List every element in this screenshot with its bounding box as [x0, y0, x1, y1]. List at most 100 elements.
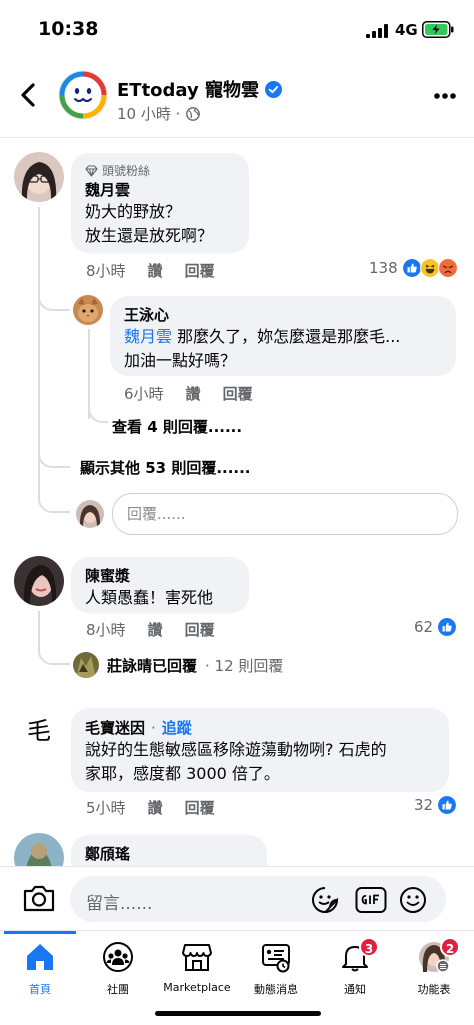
replied-summary[interactable]: 莊詠晴已回覆 · 12 則回覆 [73, 652, 283, 678]
page-title-row[interactable]: ETtoday 寵物雲 [117, 76, 283, 102]
comment-text-line: 家耶，感度都 3000 倍了。 [85, 764, 280, 783]
back-icon[interactable] [18, 82, 40, 108]
comment-author[interactable]: 鄭頎瑤 [85, 844, 253, 864]
feeds-icon [262, 944, 290, 973]
page-title[interactable]: ETtoday 寵物雲 [117, 76, 259, 102]
reply-actions: 6小時 讚 回覆 [124, 383, 253, 404]
tab-label: 首頁 [29, 983, 51, 996]
comment-author[interactable]: 魏月雲 [85, 180, 235, 200]
like-button[interactable]: 讚 [148, 797, 163, 818]
marketplace-icon [182, 944, 212, 971]
tab-label: 社團 [107, 983, 129, 996]
comment-author[interactable]: 陳蜜漿 [85, 566, 235, 586]
reply-author[interactable]: 王泳心 [124, 305, 442, 325]
comment-actions: 8小時 讚 回覆 [86, 260, 215, 281]
reply-avatar[interactable] [73, 295, 103, 325]
comment-header: 毛寶迷因 · 追蹤 [85, 717, 435, 738]
tab-menu[interactable]: 2 功能表 [394, 931, 474, 1001]
more-options-icon[interactable] [433, 92, 457, 100]
sticker-icon[interactable] [310, 885, 340, 915]
emoji-icon[interactable] [398, 885, 428, 915]
tab-label: 通知 [344, 983, 366, 996]
comment-text-line: 奶大的野放？ [85, 202, 182, 221]
reply-text: 那麼久了，妳怎麼還是那麼毛... [172, 327, 401, 346]
thread-connector [38, 452, 70, 468]
comments-list[interactable]: 頭號粉絲 魏月雲 奶大的野放？ 放生還是放死啊？ 8小時 讚 回覆 138 王泳… [0, 139, 474, 866]
comment-input[interactable]: 留言...... [70, 876, 446, 922]
commenter-avatar[interactable] [14, 556, 64, 606]
post-time: 10 小時 · [117, 105, 181, 123]
reply-button[interactable]: 回覆 [185, 619, 215, 640]
camera-icon[interactable] [22, 883, 56, 913]
comment-composer: 留言...... [0, 866, 474, 930]
diamond-icon [85, 165, 98, 177]
menu-badge: 2 [440, 937, 460, 957]
comment-text-line: 人類愚蠢！害死他 [85, 588, 214, 607]
post-meta: 10 小時 · [117, 103, 201, 124]
comment-author[interactable]: 毛寶迷因 [85, 718, 145, 738]
tab-marketplace[interactable]: Marketplace [157, 931, 237, 1001]
reply-button[interactable]: 回覆 [185, 797, 215, 818]
tab-label: 動態消息 [254, 983, 298, 996]
reply-input[interactable]: 回覆...... [112, 493, 458, 535]
tab-groups[interactable]: 社團 [78, 931, 158, 1001]
replied-by[interactable]: 莊詠晴已回覆 [107, 655, 197, 676]
reply-button[interactable]: 回覆 [185, 260, 215, 281]
like-button[interactable]: 讚 [148, 260, 163, 281]
tab-notifications[interactable]: 3 通知 [315, 931, 395, 1001]
network-label: 4G [395, 21, 418, 39]
like-button[interactable]: 讚 [186, 383, 201, 404]
reply-time: 6小時 [124, 385, 164, 403]
commenter-avatar[interactable] [14, 152, 64, 202]
like-button[interactable]: 讚 [148, 619, 163, 640]
comment-text-line: 放生還是放死啊？ [85, 226, 214, 245]
fan-badge-label: 頭號粉絲 [102, 164, 151, 178]
reaction-count: 32 [414, 796, 434, 814]
commenter-avatar[interactable] [14, 833, 64, 866]
reaction-count: 138 [369, 259, 398, 277]
reply-button[interactable]: 回覆 [223, 383, 253, 404]
follow-button[interactable]: 追蹤 [162, 717, 192, 738]
view-more-replies-link[interactable]: 查看 4 則回覆...... [112, 416, 242, 437]
like-reaction-icon [437, 795, 458, 815]
comment-bubble[interactable]: 毛寶迷因 · 追蹤 說好的生態敏感區移除遊蕩動物咧? 石虎的 家耶，感度都 30… [71, 708, 449, 792]
comment-actions: 8小時 讚 回覆 [86, 619, 215, 640]
reaction-summary[interactable]: 62 [414, 617, 458, 637]
comment-time: 8小時 [86, 262, 126, 280]
mention-link[interactable]: 魏月雲 [124, 327, 172, 346]
thread-connector [38, 639, 70, 665]
page-avatar-maobao[interactable]: 毛 [14, 706, 64, 756]
battery-icon [422, 21, 454, 38]
gif-icon[interactable] [355, 886, 387, 914]
post-header: ETtoday 寵物雲 10 小時 · [0, 56, 474, 138]
comment-bubble[interactable]: 陳蜜漿 人類愚蠢！害死他 [71, 557, 249, 613]
comment-bubble[interactable]: 頭號粉絲 魏月雲 奶大的野放？ 放生還是放死啊？ [71, 153, 249, 253]
tab-home[interactable]: 首頁 [0, 931, 80, 1001]
replied-count: · 12 則回覆 [205, 656, 284, 675]
show-more-replies-link[interactable]: 顯示其他 53 則回覆...... [80, 457, 251, 478]
reply-bubble[interactable]: 王泳心 魏月雲 那麼久了，妳怎麼還是那麼毛... 加油一點好嗎？ [110, 296, 456, 376]
thread-connector [88, 401, 108, 423]
home-icon [27, 944, 53, 970]
reaction-summary[interactable]: 138 [369, 258, 458, 278]
reaction-summary[interactable]: 32 [414, 795, 458, 815]
active-tab-indicator [4, 931, 76, 934]
comment-text-line: 說好的生態敏感區移除遊蕩動物咧? 石虎的 [85, 740, 387, 759]
separator-dot: · [151, 718, 156, 737]
tab-feeds[interactable]: 動態消息 [236, 931, 316, 1001]
groups-icon [103, 942, 133, 972]
comment-bubble[interactable]: 鄭頎瑤 [71, 835, 267, 866]
haha-reaction-icon [419, 258, 440, 278]
status-time: 10:38 [38, 18, 99, 40]
replier-avatar [73, 652, 99, 678]
verified-icon [265, 80, 283, 98]
signal-icon [366, 24, 388, 38]
comment-input-placeholder: 留言...... [86, 894, 153, 914]
like-reaction-icon [437, 617, 458, 637]
angry-reaction-icon [437, 258, 458, 278]
reaction-count: 62 [414, 618, 434, 636]
notification-badge: 3 [359, 937, 379, 957]
reply-text-line: 加油一點好嗎？ [124, 351, 237, 370]
tab-label: Marketplace [163, 981, 231, 994]
page-avatar[interactable] [58, 70, 108, 120]
